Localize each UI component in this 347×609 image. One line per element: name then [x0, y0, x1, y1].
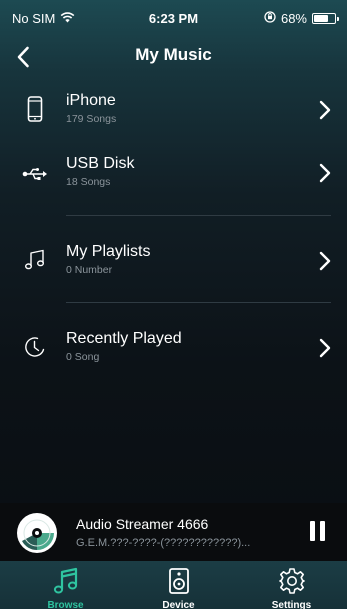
tab-bar: Browse Device Settings: [0, 561, 347, 609]
list-item-title: iPhone: [66, 92, 116, 109]
list-item-subtitle: 0 Number: [66, 264, 113, 276]
tab-label: Settings: [271, 600, 312, 609]
usb-icon: [20, 159, 50, 189]
now-playing-title: Audio Streamer 4666: [76, 516, 209, 532]
music-note-icon: [20, 245, 50, 275]
phone-icon: [20, 94, 50, 124]
chevron-right-icon: [319, 251, 331, 271]
chevron-right-icon: [319, 163, 331, 183]
list-item-subtitle: 18 Songs: [66, 176, 111, 188]
page-title: My Music: [135, 45, 212, 64]
orientation-lock-icon: [264, 11, 276, 26]
my-music-screen: No SIM 6:23 PM 68% My Music iPhone 179 S…: [0, 0, 347, 609]
battery-percent: 68%: [280, 11, 307, 26]
list-item-subtitle: 0 Song: [66, 351, 100, 363]
now-playing-subtitle: G.E.M.???-????-(????????????)...: [76, 537, 251, 549]
speaker-icon: [121, 567, 236, 595]
chevron-right-icon: [319, 100, 331, 120]
divider: [66, 302, 331, 303]
now-playing-bar[interactable]: Audio Streamer 4666 G.E.M.???-????-(????…: [0, 503, 347, 561]
battery-level: [314, 15, 328, 22]
navigation-bar: My Music: [0, 36, 347, 76]
tab-settings[interactable]: Settings: [234, 561, 347, 609]
chevron-right-icon: [319, 338, 331, 358]
list-item-title: My Playlists: [66, 243, 151, 260]
tab-label: Browse: [47, 600, 84, 609]
divider: [66, 215, 331, 216]
pause-button[interactable]: [307, 521, 327, 543]
status-bar: No SIM 6:23 PM 68%: [0, 0, 347, 38]
pause-icon: [319, 521, 325, 541]
list-item-title: USB Disk: [66, 155, 135, 172]
tab-browse[interactable]: Browse: [8, 561, 123, 609]
album-art-icon: [17, 513, 57, 553]
music-note-icon: [8, 567, 123, 595]
clock-icon: [20, 332, 50, 362]
battery-tip: [337, 17, 339, 21]
status-right: 68%: [264, 11, 339, 26]
tab-device[interactable]: Device: [121, 561, 236, 609]
pause-icon: [309, 521, 315, 541]
list-item-title: Recently Played: [66, 330, 182, 347]
tab-label: Device: [162, 600, 195, 609]
list-item-subtitle: 179 Songs: [66, 113, 117, 125]
list-item-usb-disk[interactable]: USB Disk 18 Songs: [0, 143, 347, 205]
list-item-my-playlists[interactable]: My Playlists 0 Number: [0, 228, 347, 290]
list-item-iphone[interactable]: iPhone 179 Songs: [0, 80, 347, 142]
gear-icon: [234, 567, 347, 595]
list-item-recently-played[interactable]: Recently Played 0 Song: [0, 315, 347, 377]
battery-icon: [312, 13, 339, 24]
